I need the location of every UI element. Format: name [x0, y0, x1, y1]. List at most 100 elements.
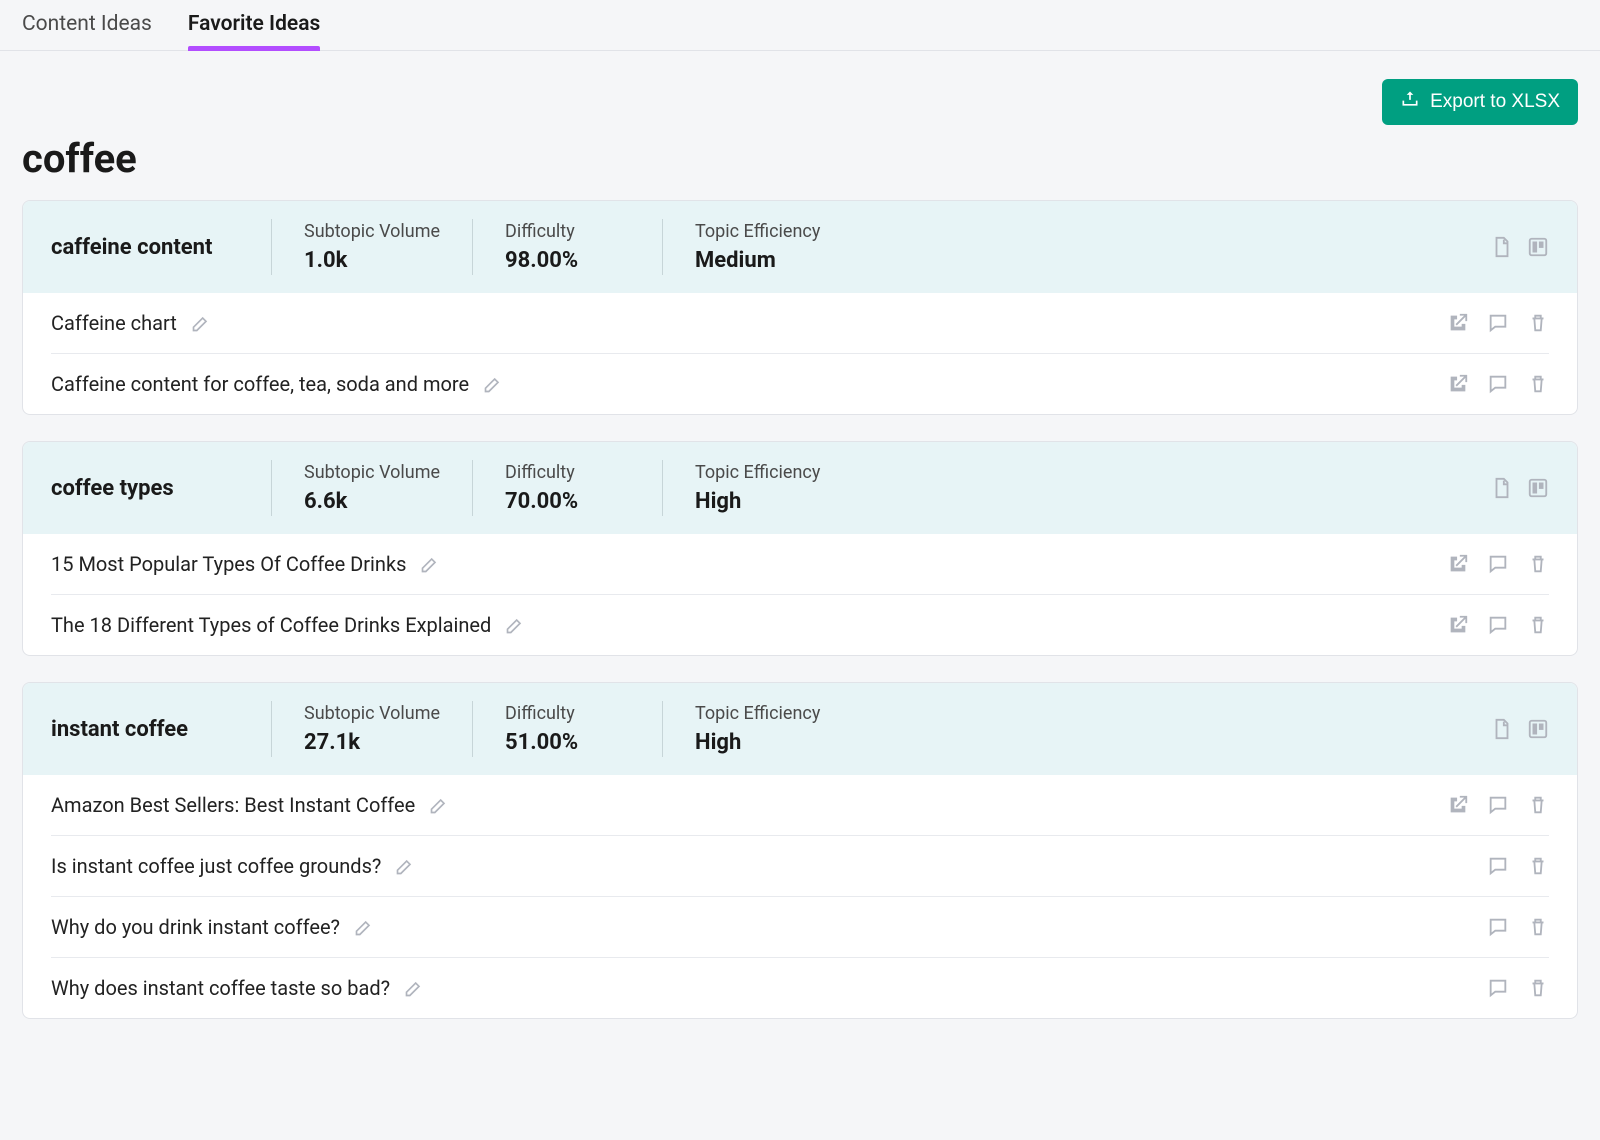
cards-container: caffeine content Subtopic Volume 1.0k Di…	[0, 200, 1600, 1059]
comment-icon[interactable]	[1487, 794, 1509, 816]
row-actions	[1447, 553, 1549, 575]
board-icon[interactable]	[1527, 718, 1549, 740]
row-actions	[1447, 373, 1549, 395]
export-button[interactable]: Export to XLSX	[1382, 79, 1578, 125]
trash-icon[interactable]	[1527, 614, 1549, 636]
card-header: coffee types Subtopic Volume 6.6k Diffic…	[23, 442, 1577, 534]
card-header: caffeine content Subtopic Volume 1.0k Di…	[23, 201, 1577, 293]
metric-label: Difficulty	[505, 703, 630, 724]
subtopic-card: instant coffee Subtopic Volume 27.1k Dif…	[22, 682, 1578, 1019]
metric-volume: Subtopic Volume 6.6k	[271, 460, 472, 516]
metric-label: Difficulty	[505, 221, 630, 242]
comment-icon[interactable]	[1487, 977, 1509, 999]
metric-volume: Subtopic Volume 27.1k	[271, 701, 472, 757]
row-actions	[1447, 614, 1549, 636]
idea-row: The 18 Different Types of Coffee Drinks …	[51, 595, 1549, 655]
pencil-icon[interactable]	[404, 978, 424, 998]
tab-favorite-ideas[interactable]: Favorite Ideas	[188, 12, 320, 50]
header-row: Export to XLSX	[0, 51, 1600, 135]
external-link-icon[interactable]	[1447, 794, 1469, 816]
comment-icon[interactable]	[1487, 855, 1509, 877]
metric-label: Topic Efficiency	[695, 462, 820, 483]
upload-icon	[1400, 89, 1420, 115]
pencil-icon[interactable]	[429, 795, 449, 815]
subtopic-name: caffeine content	[51, 235, 271, 260]
trash-icon[interactable]	[1527, 794, 1549, 816]
trash-icon[interactable]	[1527, 977, 1549, 999]
metric-label: Subtopic Volume	[304, 703, 440, 724]
trash-icon[interactable]	[1527, 373, 1549, 395]
metric-label: Subtopic Volume	[304, 462, 440, 483]
metric-difficulty: Difficulty 70.00%	[472, 460, 662, 516]
card-rows: Amazon Best Sellers: Best Instant Coffee…	[23, 775, 1577, 1018]
idea-title: Is instant coffee just coffee grounds?	[51, 854, 381, 878]
metric-efficiency: Topic Efficiency High	[662, 701, 852, 757]
pencil-icon[interactable]	[420, 554, 440, 574]
idea-title: The 18 Different Types of Coffee Drinks …	[51, 613, 491, 637]
export-button-label: Export to XLSX	[1430, 91, 1560, 113]
metric-value: 27.1k	[304, 730, 440, 755]
metric-difficulty: Difficulty 51.00%	[472, 701, 662, 757]
pencil-icon[interactable]	[354, 917, 374, 937]
trash-icon[interactable]	[1527, 855, 1549, 877]
metric-difficulty: Difficulty 98.00%	[472, 219, 662, 275]
card-header-actions	[1491, 718, 1549, 740]
idea-row: Caffeine chart	[51, 293, 1549, 354]
metric-value: Medium	[695, 248, 820, 273]
metric-value: 70.00%	[505, 489, 630, 514]
comment-icon[interactable]	[1487, 916, 1509, 938]
comment-icon[interactable]	[1487, 553, 1509, 575]
subtopic-name: instant coffee	[51, 717, 271, 742]
row-actions	[1487, 855, 1549, 877]
pencil-icon[interactable]	[191, 313, 211, 333]
external-link-icon[interactable]	[1447, 312, 1469, 334]
comment-icon[interactable]	[1487, 312, 1509, 334]
metric-value: 98.00%	[505, 248, 630, 273]
document-icon[interactable]	[1491, 477, 1513, 499]
trash-icon[interactable]	[1527, 916, 1549, 938]
document-icon[interactable]	[1491, 718, 1513, 740]
tab-content-ideas[interactable]: Content Ideas	[22, 12, 152, 50]
external-link-icon[interactable]	[1447, 373, 1469, 395]
idea-title: Caffeine content for coffee, tea, soda a…	[51, 372, 469, 396]
metric-value: 6.6k	[304, 489, 440, 514]
row-actions	[1487, 916, 1549, 938]
metric-efficiency: Topic Efficiency Medium	[662, 219, 852, 275]
board-icon[interactable]	[1527, 477, 1549, 499]
idea-title: Why do you drink instant coffee?	[51, 915, 340, 939]
trash-icon[interactable]	[1527, 312, 1549, 334]
metric-efficiency: Topic Efficiency High	[662, 460, 852, 516]
subtopic-card: coffee types Subtopic Volume 6.6k Diffic…	[22, 441, 1578, 656]
idea-title: 15 Most Popular Types Of Coffee Drinks	[51, 552, 406, 576]
trash-icon[interactable]	[1527, 553, 1549, 575]
subtopic-name: coffee types	[51, 476, 271, 501]
metric-value: 1.0k	[304, 248, 440, 273]
pencil-icon[interactable]	[505, 615, 525, 635]
page-title: coffee	[0, 135, 1600, 200]
pencil-icon[interactable]	[483, 374, 503, 394]
card-rows: 15 Most Popular Types Of Coffee Drinks T…	[23, 534, 1577, 655]
idea-title: Amazon Best Sellers: Best Instant Coffee	[51, 793, 415, 817]
card-header-actions	[1491, 477, 1549, 499]
metric-label: Topic Efficiency	[695, 703, 820, 724]
card-rows: Caffeine chart Caffeine content for coff…	[23, 293, 1577, 414]
external-link-icon[interactable]	[1447, 553, 1469, 575]
idea-title: Caffeine chart	[51, 311, 177, 335]
external-link-icon[interactable]	[1447, 614, 1469, 636]
subtopic-card: caffeine content Subtopic Volume 1.0k Di…	[22, 200, 1578, 415]
row-actions	[1487, 977, 1549, 999]
metric-volume: Subtopic Volume 1.0k	[271, 219, 472, 275]
metric-label: Difficulty	[505, 462, 630, 483]
idea-title: Why does instant coffee taste so bad?	[51, 976, 390, 1000]
comment-icon[interactable]	[1487, 614, 1509, 636]
card-header: instant coffee Subtopic Volume 27.1k Dif…	[23, 683, 1577, 775]
comment-icon[interactable]	[1487, 373, 1509, 395]
pencil-icon[interactable]	[395, 856, 415, 876]
board-icon[interactable]	[1527, 236, 1549, 258]
metric-label: Subtopic Volume	[304, 221, 440, 242]
card-header-actions	[1491, 236, 1549, 258]
idea-row: Amazon Best Sellers: Best Instant Coffee	[51, 775, 1549, 836]
document-icon[interactable]	[1491, 236, 1513, 258]
tabs: Content Ideas Favorite Ideas	[0, 0, 1600, 51]
row-actions	[1447, 312, 1549, 334]
